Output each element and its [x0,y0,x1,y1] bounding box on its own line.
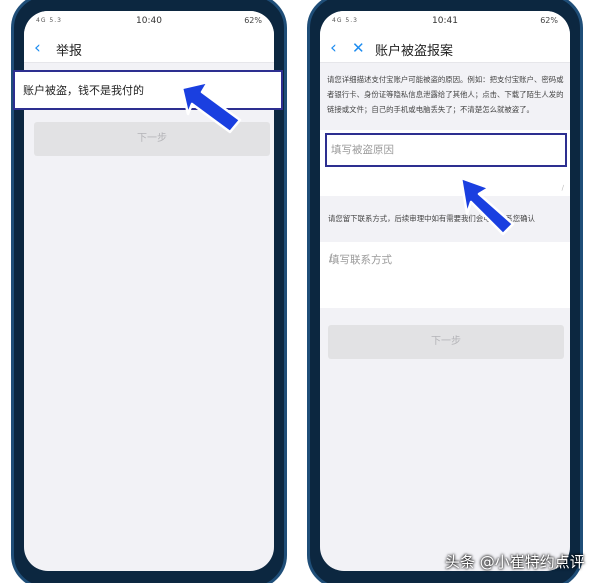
resize-handle-icon: ∕ [561,184,564,192]
pointer-arrow-icon [459,176,515,236]
page-title: 举报 [56,44,83,59]
report-option-label: 账户被盗，钱不是我付的 [23,84,144,97]
theft-reason-instructions: 请您详细描述支付宝账户可能被盗的原因。例如：把支付宝账户、密码或者银行卡、身份证… [327,75,564,114]
back-arrow-icon[interactable]: ‹ [34,38,41,58]
contact-input[interactable]: 填写联系方式 ∕ [320,242,570,308]
watermark: 头条 @小崔特约点评 [445,553,585,571]
clock: 10:40 [136,16,162,26]
back-arrow-icon[interactable]: ‹ [330,38,337,58]
screenshot-stage: 4G 5.3 10:40 62% ‹ 举报 4G 5.3 10:41 62% ‹… [0,0,600,583]
battery-level: 62% [540,16,558,25]
status-bar: 4G 5.3 10:40 62% [24,11,274,33]
page-title: 账户被盗报案 [375,44,454,59]
battery-level: 62% [244,16,262,25]
theft-reason-input[interactable]: 填写被盗原因 [325,133,567,167]
nav-header: ‹ ✕ 账户被盗报案 [320,33,570,63]
theft-reason-placeholder: 填写被盗原因 [331,144,394,156]
resize-handle-icon: ∕ [329,252,333,264]
contact-instructions: 请您留下联系方式，后续审理中如有需要我们会电话联系您确认 [328,214,535,223]
pointer-arrow-icon [180,80,242,134]
nav-header: ‹ 举报 [24,33,274,63]
next-step-button[interactable]: 下一步 [328,325,564,359]
status-bar: 4G 5.3 10:41 62% [320,11,570,33]
clock: 10:41 [432,16,458,26]
close-icon[interactable]: ✕ [352,38,365,58]
